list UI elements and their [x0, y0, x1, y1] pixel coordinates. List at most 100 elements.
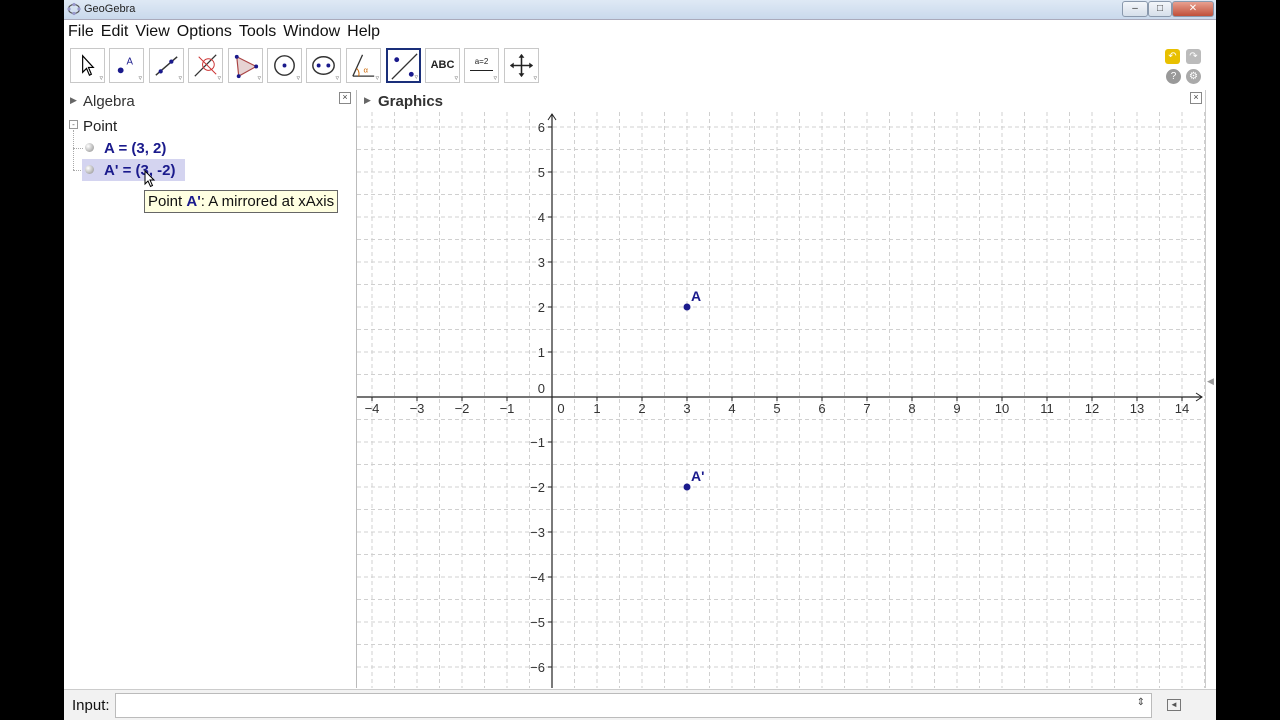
y-tick-label: −4 — [530, 570, 545, 585]
collapse-arrow-icon[interactable]: ▶ — [364, 95, 371, 106]
x-tick-label: 3 — [683, 401, 690, 416]
tool-menu-arrow-icon: ▿ — [217, 75, 221, 82]
input-field[interactable]: ⇕ — [115, 693, 1152, 718]
x-tick-label: 8 — [908, 401, 915, 416]
y-tick-label: 2 — [538, 300, 545, 315]
menu-file[interactable]: File — [64, 20, 97, 41]
angle-tool[interactable]: α ▿ — [346, 48, 381, 83]
tool-menu-arrow-icon: ▿ — [414, 74, 418, 81]
x-tick-label: 2 — [638, 401, 645, 416]
tool-menu-arrow-icon: ▿ — [138, 75, 142, 82]
close-algebra-icon[interactable]: × — [339, 92, 351, 104]
point-a-prime[interactable] — [683, 483, 691, 491]
menu-edit[interactable]: Edit — [97, 20, 132, 41]
y-tick-label: 6 — [538, 120, 545, 135]
polygon-tool[interactable]: ▿ — [228, 48, 263, 83]
tool-menu-arrow-icon: ▿ — [178, 75, 182, 82]
input-bar: Input: ⇕ ◄ — [64, 689, 1216, 720]
menu-options[interactable]: Options — [173, 20, 235, 41]
algebra-item-a[interactable]: A = (3, 2) — [104, 140, 166, 157]
x-tick-label: 4 — [728, 401, 735, 416]
close-graphics-icon[interactable]: × — [1190, 92, 1202, 104]
redo-icon[interactable]: ↷ — [1186, 49, 1201, 64]
y-tick-label: 0 — [538, 381, 545, 396]
input-help-icon[interactable]: ◄ — [1167, 699, 1181, 711]
input-label: Input: — [72, 697, 110, 714]
tool-menu-arrow-icon: ▿ — [533, 75, 537, 82]
menu-window[interactable]: Window — [279, 20, 343, 41]
text-tool-label: ABC — [430, 59, 455, 71]
tool-menu-arrow-icon: ▿ — [257, 75, 261, 82]
tool-menu-arrow-icon: ▿ — [493, 75, 497, 82]
y-tick-label: 3 — [538, 255, 545, 270]
category-point: Point — [83, 118, 118, 135]
point-tool[interactable]: A ▿ — [109, 48, 144, 83]
graphics-title: Graphics — [378, 93, 444, 110]
text-tool[interactable]: ABC ▿ — [425, 48, 460, 83]
perpendicular-line-tool[interactable]: ▿ — [188, 48, 223, 83]
window-title: GeoGebra — [84, 3, 136, 15]
point-a[interactable] — [683, 303, 691, 311]
menu-help[interactable]: Help — [343, 20, 383, 41]
reflect-about-line-tool[interactable]: ▿ — [386, 48, 421, 83]
settings-gear-icon[interactable]: ⚙ — [1186, 69, 1201, 84]
x-tick-label: 5 — [773, 401, 780, 416]
tree-line — [73, 148, 83, 149]
menu-view[interactable]: View — [131, 20, 172, 41]
move-graphics-view-tool[interactable]: ▿ — [504, 48, 539, 83]
history-dropdown-icon[interactable]: ⇕ — [1137, 697, 1145, 708]
tree-line — [73, 130, 74, 170]
line-tool[interactable]: ▿ — [149, 48, 184, 83]
graphics-side-handle-icon[interactable]: ◀ — [1207, 376, 1214, 387]
x-tick-label: 0 — [557, 401, 564, 416]
coordinate-plane[interactable]: −4 −3 −2 −1 0 1 2 3 4 5 6 7 8 9 10 11 12 13 146543210−1−2−… — [357, 112, 1205, 688]
y-tick-label: 5 — [538, 165, 545, 180]
y-tick-label: −1 — [530, 435, 545, 450]
algebra-view: ▶ Algebra × - Point A = (3, 2) A' = (3, … — [64, 90, 357, 688]
graphics-view[interactable]: ▶ Graphics × −4 −3 −2 −1 0 1 2 3 4 5 6 7 8 9 10 11 12 13 1… — [357, 90, 1206, 688]
tooltip-object-name: A' — [186, 193, 201, 210]
menu-tools[interactable]: Tools — [235, 20, 279, 41]
help-icon[interactable]: ? — [1166, 69, 1181, 84]
x-tick-label: −4 — [365, 401, 380, 416]
geogebra-window: GeoGebra – □ ✕ File Edit View Options Tools W… — [64, 0, 1216, 720]
move-tool[interactable]: ▿ — [70, 48, 105, 83]
slider-tool-label: a=2 — [474, 57, 489, 66]
x-tick-label: 1 — [593, 401, 600, 416]
slider-tool[interactable]: a=2 ▿ — [464, 48, 499, 83]
visibility-toggle-icon[interactable] — [85, 165, 94, 174]
mouse-cursor-icon — [144, 170, 156, 188]
tool-menu-arrow-icon: ▿ — [454, 75, 458, 82]
tool-menu-arrow-icon: ▿ — [335, 75, 339, 82]
minimize-button[interactable]: – — [1122, 1, 1148, 17]
y-tick-label: −6 — [530, 660, 545, 675]
collapse-arrow-icon[interactable]: ▶ — [70, 95, 77, 106]
toolbar: ▿ A ▿ ▿ ▿ ▿ ▿ ▿ α ▿ ▿ ABC ▿ a=2 ▿ ▿ — [64, 44, 1216, 90]
undo-icon[interactable]: ↶ — [1165, 49, 1180, 64]
menu-bar: File Edit View Options Tools Window Help — [64, 20, 1216, 44]
x-tick-label: 6 — [818, 401, 825, 416]
close-button[interactable]: ✕ — [1172, 1, 1214, 17]
ellipse-tool[interactable]: ▿ — [306, 48, 341, 83]
slider-track-icon — [470, 70, 493, 71]
maximize-button[interactable]: □ — [1148, 1, 1172, 17]
x-tick-label: 10 — [995, 401, 1009, 416]
x-tick-label: −1 — [500, 401, 515, 416]
y-tick-label: −2 — [530, 480, 545, 495]
tooltip-description: : A mirrored at xAxis — [200, 193, 335, 210]
geogebra-logo-icon — [67, 2, 81, 16]
x-tick-label: 14 — [1175, 401, 1189, 416]
x-tick-label: 7 — [863, 401, 870, 416]
svg-text:α: α — [364, 65, 369, 74]
point-label: A' — [691, 468, 704, 484]
circle-center-point-tool[interactable]: ▿ — [267, 48, 302, 83]
algebra-item-a-prime[interactable]: A' = (3, -2) — [104, 162, 176, 179]
x-tick-label: −2 — [455, 401, 470, 416]
y-tick-label: −5 — [530, 615, 545, 630]
tree-collapse-icon[interactable]: - — [69, 120, 78, 129]
visibility-toggle-icon[interactable] — [85, 143, 94, 152]
point-label: A — [691, 288, 701, 304]
algebra-title: Algebra — [83, 93, 135, 110]
y-tick-label: 1 — [538, 345, 545, 360]
title-bar: GeoGebra – □ ✕ — [64, 0, 1216, 20]
